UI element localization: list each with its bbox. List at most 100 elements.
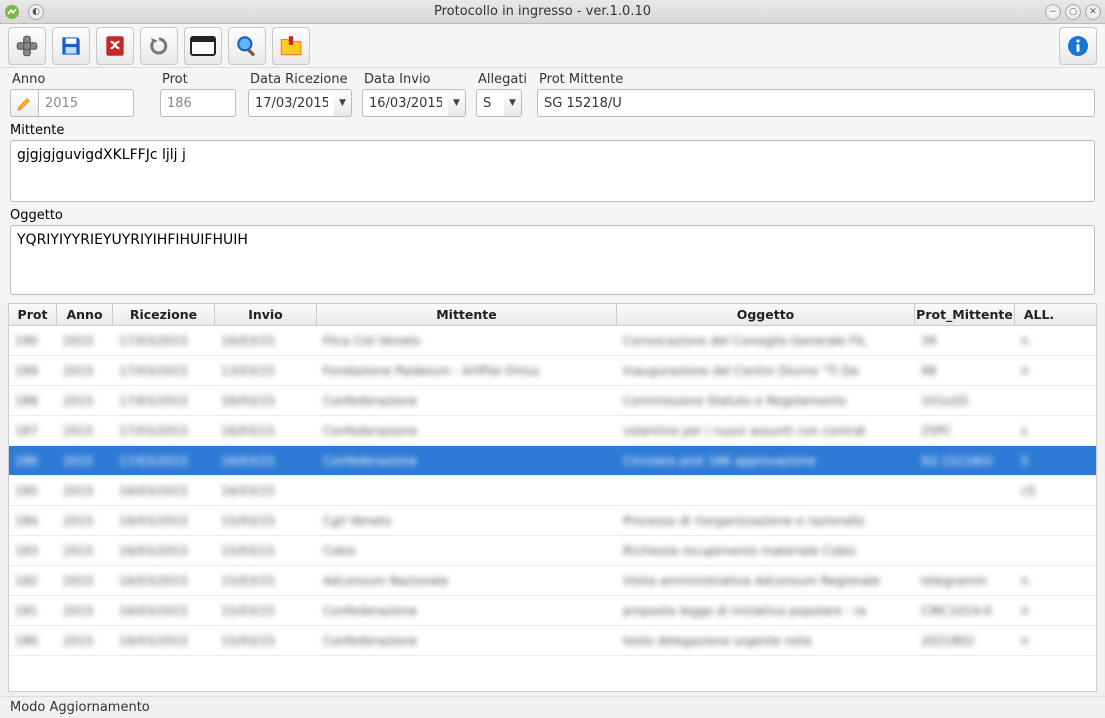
table-row[interactable]: 186201517/03/201516/03/15ConfederazioneC… xyxy=(9,446,1096,476)
table-cell: 16/03/15 xyxy=(215,390,317,412)
table-row[interactable]: 189201517/03/201513/03/15Fondazione Paid… xyxy=(9,356,1096,386)
table-cell: 16/03/15 xyxy=(215,330,317,352)
anno-input[interactable] xyxy=(38,89,134,117)
table-row[interactable]: 184201516/03/201515/03/15Cgil VenetoProc… xyxy=(9,506,1096,536)
table-cell: 2015 xyxy=(57,450,113,472)
table-cell: 2015 xyxy=(57,420,113,442)
window-title: Protocollo in ingresso - ver.1.0.10 xyxy=(44,4,1041,19)
table-cell: 16/03/2015 xyxy=(113,600,215,622)
table-cell: CIRC1019-0 xyxy=(915,600,1015,622)
table-cell: n xyxy=(1015,330,1063,352)
info-button[interactable] xyxy=(1059,27,1097,65)
mittente-input[interactable] xyxy=(10,140,1095,202)
table-cell xyxy=(915,517,1015,525)
col-prot[interactable]: Prot xyxy=(9,304,57,325)
data-invio-input[interactable] xyxy=(362,89,448,117)
table-cell: Visita amministrativa Adconsum Regionale xyxy=(617,570,915,592)
table-cell: 16/03/2015 xyxy=(113,480,215,502)
data-invio-dropdown[interactable]: ▼ xyxy=(448,89,466,117)
table-cell: 186 xyxy=(9,450,57,472)
table-row[interactable]: 180201516/03/201515/03/15Confederazionet… xyxy=(9,626,1096,656)
anno-label: Anno xyxy=(10,72,150,87)
table-row[interactable]: 181201516/03/201515/03/15Confederazionep… xyxy=(9,596,1096,626)
add-button[interactable] xyxy=(8,27,46,65)
table-row[interactable]: 182201516/03/201515/03/15Adconsum Nazion… xyxy=(9,566,1096,596)
table-cell: Confederazione xyxy=(317,630,617,652)
table-cell: s xyxy=(1015,420,1063,442)
app-icon xyxy=(4,4,20,20)
table-cell: Confederazione xyxy=(317,420,617,442)
minimize-button[interactable]: − xyxy=(1045,4,1061,20)
save-button[interactable] xyxy=(52,27,90,65)
table-row[interactable]: 185201516/03/201516/03/15cS xyxy=(9,476,1096,506)
maximize-button[interactable]: ○ xyxy=(1065,4,1081,20)
table-cell: 2015 xyxy=(57,510,113,532)
table-cell: 2015 xyxy=(57,480,113,502)
table-cell: 101e2D xyxy=(915,390,1015,412)
window-menu-icon[interactable]: ◐ xyxy=(28,4,44,20)
refresh-button[interactable] xyxy=(140,27,178,65)
table-cell: telegramm xyxy=(915,570,1015,592)
table-cell: Confederazione xyxy=(317,390,617,412)
table-row[interactable]: 183201516/03/201515/03/15CobisRichiesta … xyxy=(9,536,1096,566)
table-row[interactable]: 188201517/03/201516/03/15ConfederazioneC… xyxy=(9,386,1096,416)
table-cell: Richiesta recupimento materiale Cobis xyxy=(617,540,915,562)
window-mode-button[interactable] xyxy=(184,27,222,65)
table-cell: 188 xyxy=(9,390,57,412)
table-cell: 185 xyxy=(9,480,57,502)
table-cell: 16/03/2015 xyxy=(113,510,215,532)
table-cell: 190 xyxy=(9,330,57,352)
table-cell: 180 xyxy=(9,630,57,652)
table-cell: S xyxy=(1015,450,1063,472)
col-oggetto[interactable]: Oggetto xyxy=(617,304,915,325)
table-cell xyxy=(915,547,1015,555)
table-row[interactable]: 187201517/03/201516/03/15Confederazionev… xyxy=(9,416,1096,446)
data-ricezione-input[interactable] xyxy=(248,89,334,117)
table-body[interactable]: 190201517/03/201516/03/15Filca Cisl Vene… xyxy=(9,326,1096,691)
table-cell: SG 15218/U xyxy=(915,450,1015,472)
table-cell: Fondazione Paideium - ArtPlai Onlus xyxy=(317,360,617,382)
prot-label: Prot xyxy=(160,72,238,87)
table-cell: 2015 xyxy=(57,600,113,622)
allegati-dropdown[interactable]: ▼ xyxy=(504,89,522,117)
table-cell: 16/03/15 xyxy=(215,450,317,472)
table-cell: 15/03/15 xyxy=(215,510,317,532)
table-cell: 2015 xyxy=(57,330,113,352)
oggetto-label: Oggetto xyxy=(10,208,1095,223)
prot-input[interactable] xyxy=(160,89,236,117)
table-cell: Adconsum Nazionale xyxy=(317,570,617,592)
col-prot-mittente[interactable]: Prot_Mittente xyxy=(915,304,1015,325)
col-mittente[interactable]: Mittente xyxy=(317,304,617,325)
table-cell: 17/03/2015 xyxy=(113,390,215,412)
table-cell: testo delegazione urgente nota xyxy=(617,630,915,652)
col-all[interactable]: ALL. xyxy=(1015,304,1063,325)
table-cell xyxy=(1015,517,1063,525)
table-cell: 17/03/2015 xyxy=(113,420,215,442)
table-cell: 182 xyxy=(9,570,57,592)
pdf-button[interactable] xyxy=(96,27,134,65)
prot-mittente-label: Prot Mittente xyxy=(537,72,1095,87)
mittente-label: Mittente xyxy=(10,123,1095,138)
table-cell: 17/03/2015 xyxy=(113,330,215,352)
table-cell: 15/03/15 xyxy=(215,540,317,562)
allegati-select[interactable] xyxy=(476,89,504,117)
form-area: Anno Prot Data Ricezione ▼ Data Invio xyxy=(0,68,1105,303)
table-cell: Filca Cisl Veneto xyxy=(317,330,617,352)
oggetto-input[interactable] xyxy=(10,225,1095,295)
folder-button[interactable] xyxy=(272,27,310,65)
col-ricezione[interactable]: Ricezione xyxy=(113,304,215,325)
data-ricezione-dropdown[interactable]: ▼ xyxy=(334,89,352,117)
table-cell: 183 xyxy=(9,540,57,562)
table-cell: 15/03/15 xyxy=(215,600,317,622)
close-button[interactable]: ✕ xyxy=(1085,4,1101,20)
table-cell: n xyxy=(1015,630,1063,652)
prot-mittente-input[interactable] xyxy=(537,89,1095,117)
edit-icon[interactable] xyxy=(10,89,38,117)
search-button[interactable] xyxy=(228,27,266,65)
col-invio[interactable]: Invio xyxy=(215,304,317,325)
table-cell: 2015 xyxy=(57,630,113,652)
table-cell: 2015 xyxy=(57,570,113,592)
col-anno[interactable]: Anno xyxy=(57,304,113,325)
table-cell: 17/03/2015 xyxy=(113,450,215,472)
table-row[interactable]: 190201517/03/201516/03/15Filca Cisl Vene… xyxy=(9,326,1096,356)
